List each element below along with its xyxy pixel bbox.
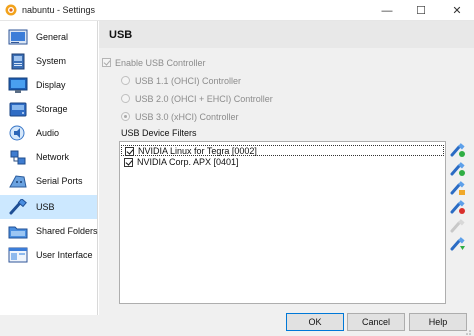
sidebar-item-storage[interactable]: Storage	[0, 97, 97, 121]
close-button[interactable]: ✕	[440, 0, 474, 21]
usb-device-filters-label: USB Device Filters	[121, 128, 197, 138]
list-item[interactable]: NVIDIA Linux for Tegra [0002]	[121, 145, 444, 156]
move-filter-up-icon[interactable]	[450, 219, 466, 234]
usb-icon	[9, 199, 27, 215]
serial-port-icon	[9, 175, 27, 188]
usb-3-0-radio[interactable]	[121, 112, 130, 121]
help-button[interactable]: Help	[409, 313, 467, 331]
sidebar-item-label: USB	[36, 202, 55, 212]
add-empty-filter-icon[interactable]	[450, 143, 466, 158]
system-chip-icon	[11, 53, 25, 70]
sidebar-item-label: System	[36, 56, 67, 66]
sidebar-item-serial-ports[interactable]: Serial Ports	[0, 169, 97, 193]
maximize-button[interactable]: ☐	[404, 0, 438, 21]
network-icon	[10, 150, 26, 165]
filter-label: NVIDIA Linux for Tegra [0002]	[138, 146, 257, 156]
settings-content: USB Enable USB Controller USB 1.1 (OHCI)…	[99, 21, 474, 315]
add-device-filter-icon[interactable]	[450, 162, 466, 177]
settings-sidebar: General System Display Storage Audio Net…	[0, 21, 98, 315]
virtualbox-app-icon	[5, 4, 17, 16]
page-title: USB	[109, 29, 133, 41]
edit-filter-icon[interactable]	[450, 181, 466, 196]
sidebar-item-label: User Interface	[36, 250, 93, 260]
usb-filters-list[interactable]: NVIDIA Linux for Tegra [0002] NVIDIA Cor…	[119, 141, 446, 304]
sidebar-item-general[interactable]: General	[0, 25, 97, 49]
user-interface-icon	[8, 247, 28, 263]
sidebar-item-label: Serial Ports	[36, 176, 83, 186]
sidebar-item-usb[interactable]: USB	[0, 195, 97, 219]
sidebar-item-label: Storage	[36, 104, 68, 114]
sidebar-item-label: Shared Folders	[36, 226, 98, 236]
sidebar-item-system[interactable]: System	[0, 49, 97, 73]
sidebar-item-audio[interactable]: Audio	[0, 121, 97, 145]
filter-label: NVIDIA Corp. APX [0401]	[137, 157, 239, 167]
cancel-button[interactable]: Cancel	[347, 313, 405, 331]
usb-1-1-label: USB 1.1 (OHCI) Controller	[135, 76, 242, 86]
remove-filter-icon[interactable]	[450, 200, 466, 215]
usb-2-0-radio[interactable]	[121, 94, 130, 103]
usb-2-0-label: USB 2.0 (OHCI + EHCI) Controller	[135, 94, 273, 104]
move-filter-down-icon[interactable]	[450, 237, 466, 252]
sidebar-item-network[interactable]: Network	[0, 145, 97, 169]
usb-1-1-radio[interactable]	[121, 76, 130, 85]
minimize-button[interactable]: —	[370, 0, 404, 21]
sidebar-item-label: Display	[36, 80, 66, 90]
page-header: USB	[99, 21, 474, 48]
storage-disk-icon	[9, 102, 27, 117]
audio-speaker-icon	[9, 125, 25, 141]
usb-3-0-label: USB 3.0 (xHCI) Controller	[135, 112, 239, 122]
title-bar: nabuntu - Settings — ☐ ✕	[0, 0, 474, 21]
sidebar-item-label: Audio	[36, 128, 60, 138]
filter-checkbox[interactable]	[124, 158, 133, 167]
shared-folder-icon	[8, 226, 28, 239]
enable-usb-checkbox[interactable]	[102, 58, 111, 67]
ok-button[interactable]: OK	[286, 313, 344, 331]
resize-grip-icon[interactable]	[462, 326, 472, 336]
window-title: nabuntu - Settings	[22, 5, 96, 15]
general-icon	[8, 29, 28, 45]
sidebar-item-shared-folders[interactable]: Shared Folders	[0, 219, 98, 243]
sidebar-item-label: General	[36, 32, 69, 42]
list-item[interactable]: NVIDIA Corp. APX [0401]	[121, 157, 444, 168]
sidebar-item-user-interface[interactable]: User Interface	[0, 243, 97, 267]
enable-usb-label: Enable USB Controller	[115, 58, 206, 68]
filter-checkbox[interactable]	[125, 147, 134, 156]
sidebar-item-display[interactable]: Display	[0, 73, 97, 97]
sidebar-item-label: Network	[36, 152, 70, 162]
display-monitor-icon	[8, 77, 28, 93]
